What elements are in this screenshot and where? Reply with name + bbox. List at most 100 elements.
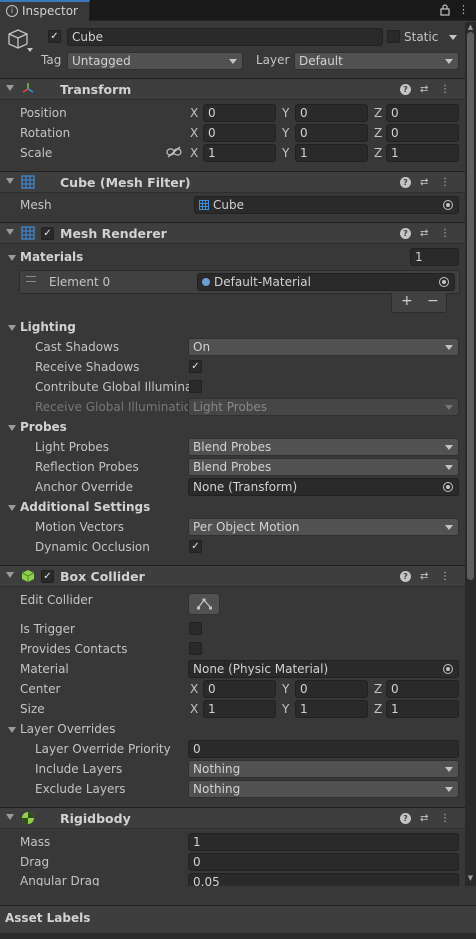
foldout-icon[interactable]: [6, 178, 14, 184]
scale-z-field[interactable]: 1: [386, 144, 459, 162]
mesh-object-field[interactable]: Cube: [194, 196, 459, 214]
static-dropdown-arrow[interactable]: [449, 35, 457, 40]
more-icon[interactable]: ⋮: [440, 83, 450, 97]
help-icon[interactable]: ?: [400, 813, 411, 824]
object-picker-icon[interactable]: [443, 200, 453, 210]
physic-material-field[interactable]: None (Physic Material): [188, 660, 459, 678]
axis-y-label[interactable]: Y: [282, 126, 289, 140]
center-x-field[interactable]: 0: [203, 680, 276, 698]
constrain-proportions-icon[interactable]: [166, 146, 182, 158]
axis-z-label[interactable]: Z: [374, 126, 382, 140]
center-y-field[interactable]: 0: [295, 680, 368, 698]
more-icon[interactable]: ⋮: [458, 4, 469, 16]
provides-contacts-checkbox[interactable]: [189, 642, 202, 655]
lighting-foldout-icon[interactable]: [8, 325, 16, 331]
receive-shadows-checkbox[interactable]: ✓: [189, 360, 202, 373]
scroll-down-icon[interactable]: ▼: [465, 873, 476, 883]
help-icon[interactable]: ?: [400, 84, 411, 95]
materials-foldout-icon[interactable]: [8, 255, 16, 261]
box-collider-header[interactable]: ✓ Box Collider ? ⇄ ⋮: [0, 565, 465, 587]
axis-x-label[interactable]: X: [190, 106, 198, 120]
rotation-x-field[interactable]: 0: [203, 124, 276, 142]
icon-dropdown-arrow[interactable]: [27, 48, 33, 52]
more-icon[interactable]: ⋮: [440, 812, 450, 826]
axis-x-label[interactable]: X: [190, 702, 198, 716]
is-trigger-checkbox[interactable]: [189, 622, 202, 635]
preset-icon[interactable]: ⇄: [420, 570, 428, 584]
rotation-z-field[interactable]: 0: [386, 124, 459, 142]
anchor-override-field[interactable]: None (Transform): [188, 478, 459, 496]
light-probes-dropdown[interactable]: Blend Probes: [188, 438, 459, 456]
layer-dropdown[interactable]: Default: [294, 52, 459, 70]
angular-drag-field[interactable]: 0.05: [188, 873, 459, 886]
axis-z-label[interactable]: Z: [374, 106, 382, 120]
help-icon[interactable]: ?: [400, 177, 411, 188]
drag-handle-icon[interactable]: [26, 276, 36, 282]
position-z-field[interactable]: 0: [386, 104, 459, 122]
foldout-icon[interactable]: [6, 229, 14, 235]
object-name-input[interactable]: Cube: [67, 28, 383, 46]
transform-header[interactable]: Transform ? ⇄ ⋮: [0, 78, 465, 100]
active-checkbox[interactable]: ✓: [48, 30, 61, 43]
asset-labels-bar[interactable]: Asset Labels: [0, 905, 476, 933]
scroll-up-icon[interactable]: ▲: [465, 22, 476, 32]
position-x-field[interactable]: 0: [203, 104, 276, 122]
object-picker-icon[interactable]: [439, 277, 449, 287]
axis-z-label[interactable]: Z: [374, 146, 382, 160]
layer-overrides-foldout-icon[interactable]: [8, 727, 16, 733]
mesh-filter-header[interactable]: Cube (Mesh Filter) ? ⇄ ⋮: [0, 171, 465, 193]
motion-vectors-dropdown[interactable]: Per Object Motion: [188, 518, 459, 536]
drag-field[interactable]: 0: [188, 853, 459, 871]
foldout-icon[interactable]: [6, 85, 14, 91]
object-picker-icon[interactable]: [443, 664, 453, 674]
probes-foldout-icon[interactable]: [8, 425, 16, 431]
include-layers-dropdown[interactable]: Nothing: [188, 760, 459, 778]
axis-y-label[interactable]: Y: [282, 702, 289, 716]
size-z-field[interactable]: 1: [386, 700, 459, 718]
remove-element-button[interactable]: −: [427, 293, 439, 309]
material-object-field[interactable]: Default-Material: [197, 273, 455, 291]
contribute-gi-checkbox[interactable]: [189, 380, 202, 393]
mesh-renderer-enabled-checkbox[interactable]: ✓: [41, 227, 54, 240]
scrollbar-thumb[interactable]: [467, 32, 474, 580]
more-icon[interactable]: ⋮: [440, 227, 450, 241]
axis-x-label[interactable]: X: [190, 146, 198, 160]
center-z-field[interactable]: 0: [386, 680, 459, 698]
tab-inspector[interactable]: i Inspector: [0, 0, 90, 21]
axis-z-label[interactable]: Z: [374, 682, 382, 696]
layer-override-priority-field[interactable]: 0: [188, 740, 459, 758]
cast-shadows-dropdown[interactable]: On: [188, 338, 459, 356]
preset-icon[interactable]: ⇄: [420, 227, 428, 241]
help-icon[interactable]: ?: [400, 228, 411, 239]
add-element-button[interactable]: +: [401, 293, 413, 309]
axis-x-label[interactable]: X: [190, 682, 198, 696]
exclude-layers-dropdown[interactable]: Nothing: [188, 780, 459, 798]
tag-dropdown[interactable]: Untagged: [67, 52, 243, 70]
foldout-icon[interactable]: [6, 814, 14, 820]
lock-icon[interactable]: [440, 4, 450, 16]
more-icon[interactable]: ⋮: [440, 176, 450, 190]
additional-settings-foldout-icon[interactable]: [8, 505, 16, 511]
static-checkbox[interactable]: [387, 30, 400, 43]
axis-y-label[interactable]: Y: [282, 146, 289, 160]
axis-x-label[interactable]: X: [190, 126, 198, 140]
more-icon[interactable]: ⋮: [440, 570, 450, 584]
edit-collider-button[interactable]: [188, 593, 220, 615]
axis-z-label[interactable]: Z: [374, 702, 382, 716]
foldout-icon[interactable]: [6, 572, 14, 578]
axis-y-label[interactable]: Y: [282, 106, 289, 120]
size-y-field[interactable]: 1: [295, 700, 368, 718]
position-y-field[interactable]: 0: [295, 104, 368, 122]
mass-field[interactable]: 1: [188, 833, 459, 851]
axis-y-label[interactable]: Y: [282, 682, 289, 696]
scale-y-field[interactable]: 1: [295, 144, 368, 162]
preset-icon[interactable]: ⇄: [420, 83, 428, 97]
materials-count-field[interactable]: 1: [410, 248, 459, 266]
rotation-y-field[interactable]: 0: [295, 124, 368, 142]
box-collider-enabled-checkbox[interactable]: ✓: [41, 570, 54, 583]
help-icon[interactable]: ?: [400, 571, 411, 582]
dynamic-occlusion-checkbox[interactable]: ✓: [189, 540, 202, 553]
rigidbody-header[interactable]: Rigidbody ? ⇄ ⋮: [0, 807, 465, 829]
reflection-probes-dropdown[interactable]: Blend Probes: [188, 458, 459, 476]
scale-x-field[interactable]: 1: [203, 144, 276, 162]
